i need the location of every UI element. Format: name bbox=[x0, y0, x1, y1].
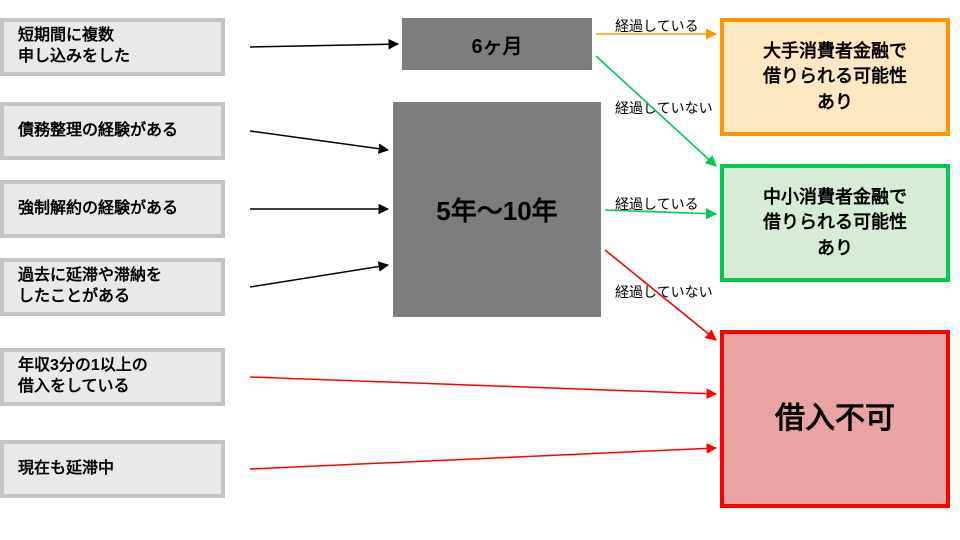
text: 大手消費者金融で 借りられる可能性 あり bbox=[763, 39, 907, 115]
text: 強制解約の経験がある bbox=[18, 199, 178, 220]
text: 現在も延滞中 bbox=[18, 459, 114, 480]
outcome-rejected: 借入不可 bbox=[720, 330, 950, 508]
outcome-major-lender: 大手消費者金融で 借りられる可能性 あり bbox=[720, 18, 950, 136]
label-passed-2: 経過している bbox=[615, 194, 699, 214]
label-passed-1: 経過している bbox=[615, 16, 699, 36]
text: 年収3分の1以上の 借入をしている bbox=[18, 356, 148, 398]
text: 短期間に複数 申し込みをした bbox=[18, 26, 130, 68]
cond-multiple-apps: 短期間に複数 申し込みをした bbox=[0, 18, 225, 76]
label-notpassed-2: 経過していない bbox=[615, 282, 713, 302]
arrow-l5-reject bbox=[250, 377, 716, 394]
cond-currently-late: 現在も延滞中 bbox=[0, 440, 225, 498]
text: 6ヶ月 bbox=[471, 30, 522, 59]
cond-over-one-third: 年収3分の1以上の 借入をしている bbox=[0, 348, 225, 406]
outcome-minor-lender: 中小消費者金融で 借りられる可能性 あり bbox=[720, 164, 950, 282]
text: 5年〜10年 bbox=[436, 191, 557, 228]
text: 過去に延滞や滞納を したことがある bbox=[18, 266, 162, 308]
wait-5-10-years: 5年〜10年 bbox=[393, 102, 601, 317]
text: 債務整理の経験がある bbox=[18, 121, 178, 142]
arrow-l6-reject bbox=[250, 448, 716, 469]
wait-6-months: 6ヶ月 bbox=[402, 18, 592, 70]
cond-forced-cancel: 強制解約の経験がある bbox=[0, 180, 225, 238]
arrow-l1-mid bbox=[250, 44, 398, 47]
cond-past-delinquency: 過去に延滞や滞納を したことがある bbox=[0, 258, 225, 316]
cond-debt-restructure: 債務整理の経験がある bbox=[0, 102, 225, 160]
arrow-l2-mid bbox=[250, 131, 388, 150]
arrow-l4-mid bbox=[250, 265, 388, 287]
text: 借入不可 bbox=[775, 398, 895, 440]
text: 中小消費者金融で 借りられる可能性 あり bbox=[763, 185, 907, 261]
label-notpassed-1: 経過していない bbox=[615, 98, 713, 118]
